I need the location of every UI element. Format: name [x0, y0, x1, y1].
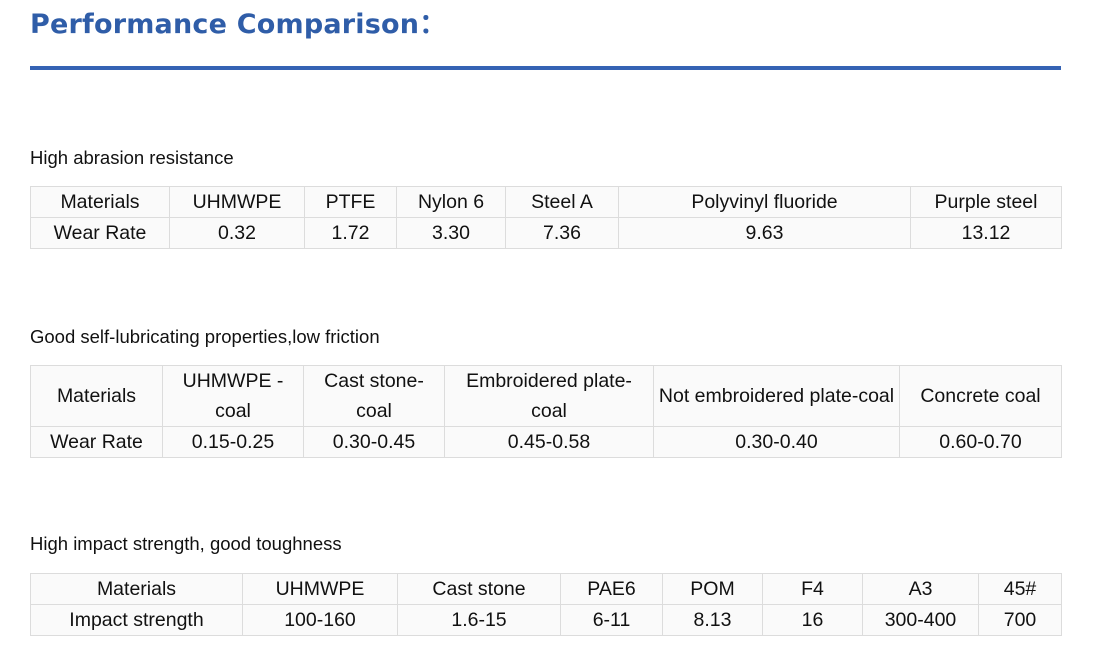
table-cell: F4	[762, 573, 863, 605]
table-cell: 0.30-0.45	[303, 426, 445, 458]
table-cell: 3.30	[396, 217, 506, 249]
table-cell: 7.36	[505, 217, 619, 249]
table-cell: 13.12	[910, 217, 1062, 249]
table-cell: 0.15-0.25	[162, 426, 304, 458]
table-cell: UHMWPE	[242, 573, 398, 605]
lubrication-table: Materials UHMWPE -coal Cast stone-coal E…	[30, 365, 1062, 458]
table-cell: Cast stone-coal	[303, 365, 445, 427]
section-label-abrasion: High abrasion resistance	[30, 147, 234, 168]
table-cell: Wear Rate	[30, 426, 163, 458]
table-header-row: Materials UHMWPE -coal Cast stone-coal E…	[30, 365, 1062, 427]
table-cell: 0.45-0.58	[444, 426, 654, 458]
table-cell: Steel A	[505, 186, 619, 218]
table-cell: UHMWPE -coal	[162, 365, 304, 427]
table-cell: 9.63	[618, 217, 911, 249]
table-cell: 8.13	[662, 604, 763, 636]
table-cell: 16	[762, 604, 863, 636]
table-header-row: Materials UHMWPE PTFE Nylon 6 Steel A Po…	[30, 186, 1062, 218]
table-cell: Not embroidered plate-coal	[653, 365, 900, 427]
table-cell: Wear Rate	[30, 217, 170, 249]
table-cell: PAE6	[560, 573, 663, 605]
table-cell: 45#	[978, 573, 1062, 605]
abrasion-table: Materials UHMWPE PTFE Nylon 6 Steel A Po…	[30, 186, 1062, 249]
table-cell: 1.6-15	[397, 604, 561, 636]
table-cell: 1.72	[304, 217, 397, 249]
section-label-lubrication: Good self-lubricating properties,low fri…	[30, 326, 380, 347]
table-cell: 6-11	[560, 604, 663, 636]
page-title: Performance Comparison：	[30, 9, 447, 40]
section-label-impact: High impact strength, good toughness	[30, 533, 342, 554]
table-cell: Cast stone	[397, 573, 561, 605]
table-cell: Concrete coal	[899, 365, 1062, 427]
table-cell: Materials	[30, 365, 163, 427]
table-cell: 100-160	[242, 604, 398, 636]
table-cell: 300-400	[862, 604, 979, 636]
table-cell: Nylon 6	[396, 186, 506, 218]
table-cell: 0.60-0.70	[899, 426, 1062, 458]
table-cell: Embroidered plate-coal	[444, 365, 654, 427]
table-row: Wear Rate 0.32 1.72 3.30 7.36 9.63 13.12	[30, 217, 1062, 249]
table-cell: 0.30-0.40	[653, 426, 900, 458]
table-cell: 700	[978, 604, 1062, 636]
table-cell: Impact strength	[30, 604, 243, 636]
table-cell: PTFE	[304, 186, 397, 218]
table-row: Impact strength 100-160 1.6-15 6-11 8.13…	[30, 604, 1062, 636]
title-divider	[30, 66, 1061, 70]
table-cell: Polyvinyl fluoride	[618, 186, 911, 218]
table-cell: Materials	[30, 186, 170, 218]
table-cell: Materials	[30, 573, 243, 605]
table-row: Wear Rate 0.15-0.25 0.30-0.45 0.45-0.58 …	[30, 426, 1062, 458]
table-cell: 0.32	[169, 217, 305, 249]
table-cell: Purple steel	[910, 186, 1062, 218]
table-cell: A3	[862, 573, 979, 605]
table-cell: POM	[662, 573, 763, 605]
impact-table: Materials UHMWPE Cast stone PAE6 POM F4 …	[30, 573, 1062, 636]
table-header-row: Materials UHMWPE Cast stone PAE6 POM F4 …	[30, 573, 1062, 605]
table-cell-highlight: UHMWPE	[169, 186, 305, 218]
